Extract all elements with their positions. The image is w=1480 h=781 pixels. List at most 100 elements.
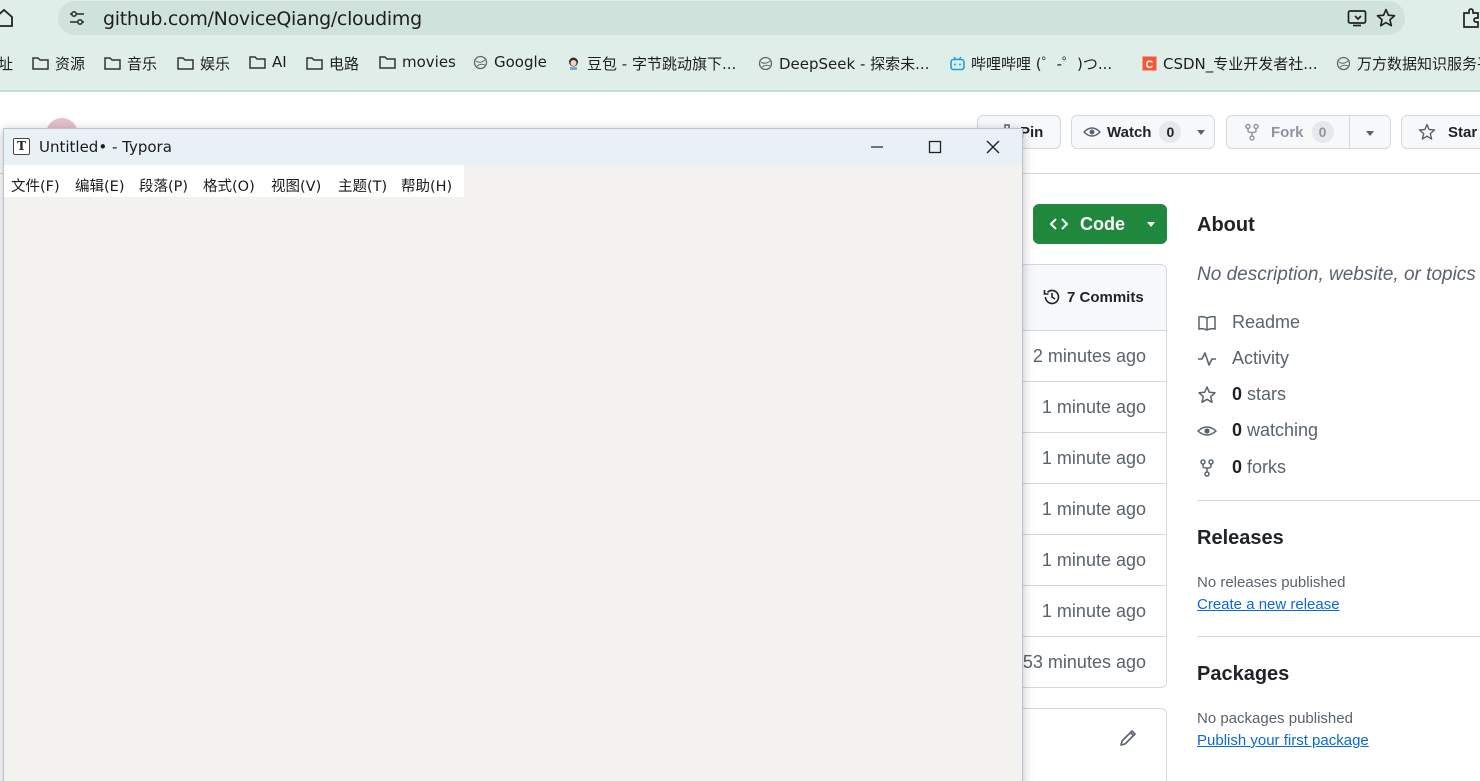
section-divider — [1197, 500, 1480, 501]
watching-link[interactable]: 0 watching — [1197, 420, 1318, 441]
bilibili-icon — [950, 56, 965, 71]
install-app-icon[interactable] — [1347, 9, 1367, 27]
globe-icon — [473, 55, 488, 69]
bookmark-label: 址 — [0, 55, 14, 73]
publish-package-link[interactable]: Publish your first package — [1197, 732, 1369, 749]
bookmark-label: 资源 — [55, 55, 86, 73]
bookmark-bilibili[interactable]: 哔哩哔哩 (゜-゜)つ... — [950, 53, 1112, 74]
menu-format[interactable]: 格式(O) — [203, 175, 255, 196]
code-button[interactable]: Code — [1033, 204, 1167, 244]
bookmark-folder-ai[interactable]: AI — [249, 53, 287, 71]
stars-label: stars — [1247, 384, 1287, 404]
bookmark-folder-music[interactable]: 音乐 — [104, 53, 157, 74]
bookmark-label: DeepSeek - 探索未... — [779, 55, 930, 73]
extensions-icon[interactable] — [1460, 7, 1480, 29]
close-button[interactable] — [964, 129, 1022, 165]
menu-file[interactable]: 文件(F) — [11, 175, 60, 196]
packages-empty-text: No packages published — [1197, 710, 1353, 727]
maximize-button[interactable] — [906, 129, 964, 165]
eye-icon — [1083, 127, 1101, 137]
bookmark-wanfang[interactable]: 万方数据知识服务平 — [1336, 53, 1480, 74]
bookmark-label: AI — [272, 53, 287, 71]
bookmark-label: 万方数据知识服务平 — [1357, 55, 1480, 73]
fork-icon — [1200, 458, 1214, 477]
bookmark-folder-resources[interactable]: 资源 — [32, 53, 85, 74]
site-settings-icon[interactable] — [68, 9, 86, 27]
pencil-icon[interactable] — [1118, 728, 1138, 748]
bookmark-folder-movies[interactable]: movies — [379, 53, 456, 71]
caret-down-icon — [1197, 130, 1206, 135]
bookmark-google[interactable]: Google — [473, 53, 547, 71]
typora-app-icon[interactable]: T — [13, 138, 30, 155]
url-text[interactable]: github.com/NoviceQiang/cloudimg — [103, 8, 422, 30]
svg-text:C: C — [1146, 59, 1154, 71]
eye-icon — [1197, 425, 1217, 436]
typora-window: T Untitled• - Typora 文件(F) 编辑(E) 段落(P) 格… — [3, 128, 1023, 781]
window-title: Untitled• - Typora — [39, 138, 172, 156]
commit-time: 2 minutes ago — [1032, 346, 1146, 366]
menu-edit[interactable]: 编辑(E) — [75, 175, 124, 196]
releases-heading[interactable]: Releases — [1197, 527, 1284, 550]
star-icon — [1198, 385, 1216, 403]
watch-button[interactable]: Watch 0 — [1071, 115, 1215, 149]
stars-count: 0 — [1232, 384, 1243, 404]
minimize-button[interactable] — [848, 129, 906, 165]
row-divider — [1001, 432, 1166, 433]
row-divider — [1001, 381, 1166, 382]
bookmark-csdn[interactable]: C CSDN_专业开发者社... — [1142, 53, 1318, 74]
activity-link[interactable]: Activity — [1197, 348, 1289, 369]
bookmark-item[interactable]: 址 — [0, 53, 13, 74]
about-heading: About — [1197, 214, 1255, 236]
commits-header[interactable]: 7 Commits — [1001, 265, 1166, 331]
menu-theme[interactable]: 主题(T) — [338, 175, 387, 196]
commits-link[interactable]: 7 Commits — [1067, 289, 1144, 306]
bookmark-deepseek[interactable]: DeepSeek - 探索未... — [758, 53, 929, 74]
star-label: Star — [1448, 123, 1478, 141]
menu-bar: 文件(F) 编辑(E) 段落(P) 格式(O) 视图(V) 主题(T) 帮助(H… — [4, 165, 464, 197]
menu-view[interactable]: 视图(V) — [271, 175, 321, 196]
address-bar[interactable]: github.com/NoviceQiang/cloudimg — [58, 1, 1405, 35]
releases-empty-text: No releases published — [1197, 574, 1346, 591]
row-divider — [1001, 483, 1166, 484]
history-icon — [1043, 289, 1060, 305]
bookmark-label: 哔哩哔哩 (゜-゜)つ... — [971, 55, 1113, 73]
bookmark-folder-circuit[interactable]: 电路 — [306, 53, 359, 74]
folder-icon — [32, 57, 49, 70]
readme-label: Readme — [1232, 312, 1301, 332]
watching-label: watching — [1247, 420, 1319, 440]
bookmark-doubao[interactable]: 豆包 - 字节跳动旗下... — [566, 53, 736, 74]
packages-heading[interactable]: Packages — [1197, 663, 1289, 686]
forks-count: 0 — [1232, 457, 1243, 477]
create-release-link[interactable]: Create a new release — [1197, 596, 1340, 613]
menu-paragraph[interactable]: 段落(P) — [139, 175, 188, 196]
minimize-icon — [871, 146, 883, 148]
caret-down-icon[interactable] — [1364, 127, 1376, 139]
menu-help[interactable]: 帮助(H) — [401, 175, 452, 196]
window-titlebar[interactable]: T Untitled• - Typora — [4, 129, 1022, 165]
section-divider — [1197, 636, 1480, 637]
doubao-icon — [569, 57, 578, 70]
star-button[interactable]: Star — [1401, 115, 1480, 149]
caret-down-icon — [1147, 222, 1155, 227]
bookmark-star-icon[interactable] — [1375, 7, 1397, 29]
bookmark-folder-entertainment[interactable]: 娱乐 — [177, 53, 230, 74]
commit-time: 53 minutes ago — [1022, 652, 1146, 672]
commit-time: 1 minute ago — [1041, 397, 1146, 417]
home-icon[interactable] — [0, 8, 14, 28]
readme-link[interactable]: Readme — [1197, 312, 1300, 333]
bookmark-label: 电路 — [329, 55, 360, 73]
forks-link[interactable]: 0 forks — [1197, 457, 1286, 478]
button-divider — [1349, 116, 1350, 148]
pulse-icon — [1198, 351, 1216, 366]
bookmarks-bar: 址 资源 音乐 娱乐 AI 电路 movies Google 豆包 - 字节跳动… — [0, 48, 1480, 78]
stars-link[interactable]: 0 stars — [1197, 384, 1286, 405]
editor-area[interactable] — [4, 197, 1022, 781]
fork-button[interactable]: Fork 0 — [1226, 115, 1391, 149]
globe-icon — [1336, 56, 1351, 71]
bookmark-label: 娱乐 — [200, 55, 231, 73]
commit-time: 1 minute ago — [1041, 550, 1146, 570]
csdn-icon: C — [1142, 56, 1157, 71]
pin-label: Pin — [1020, 123, 1044, 141]
folder-icon — [249, 55, 266, 69]
globe-icon — [758, 56, 773, 71]
